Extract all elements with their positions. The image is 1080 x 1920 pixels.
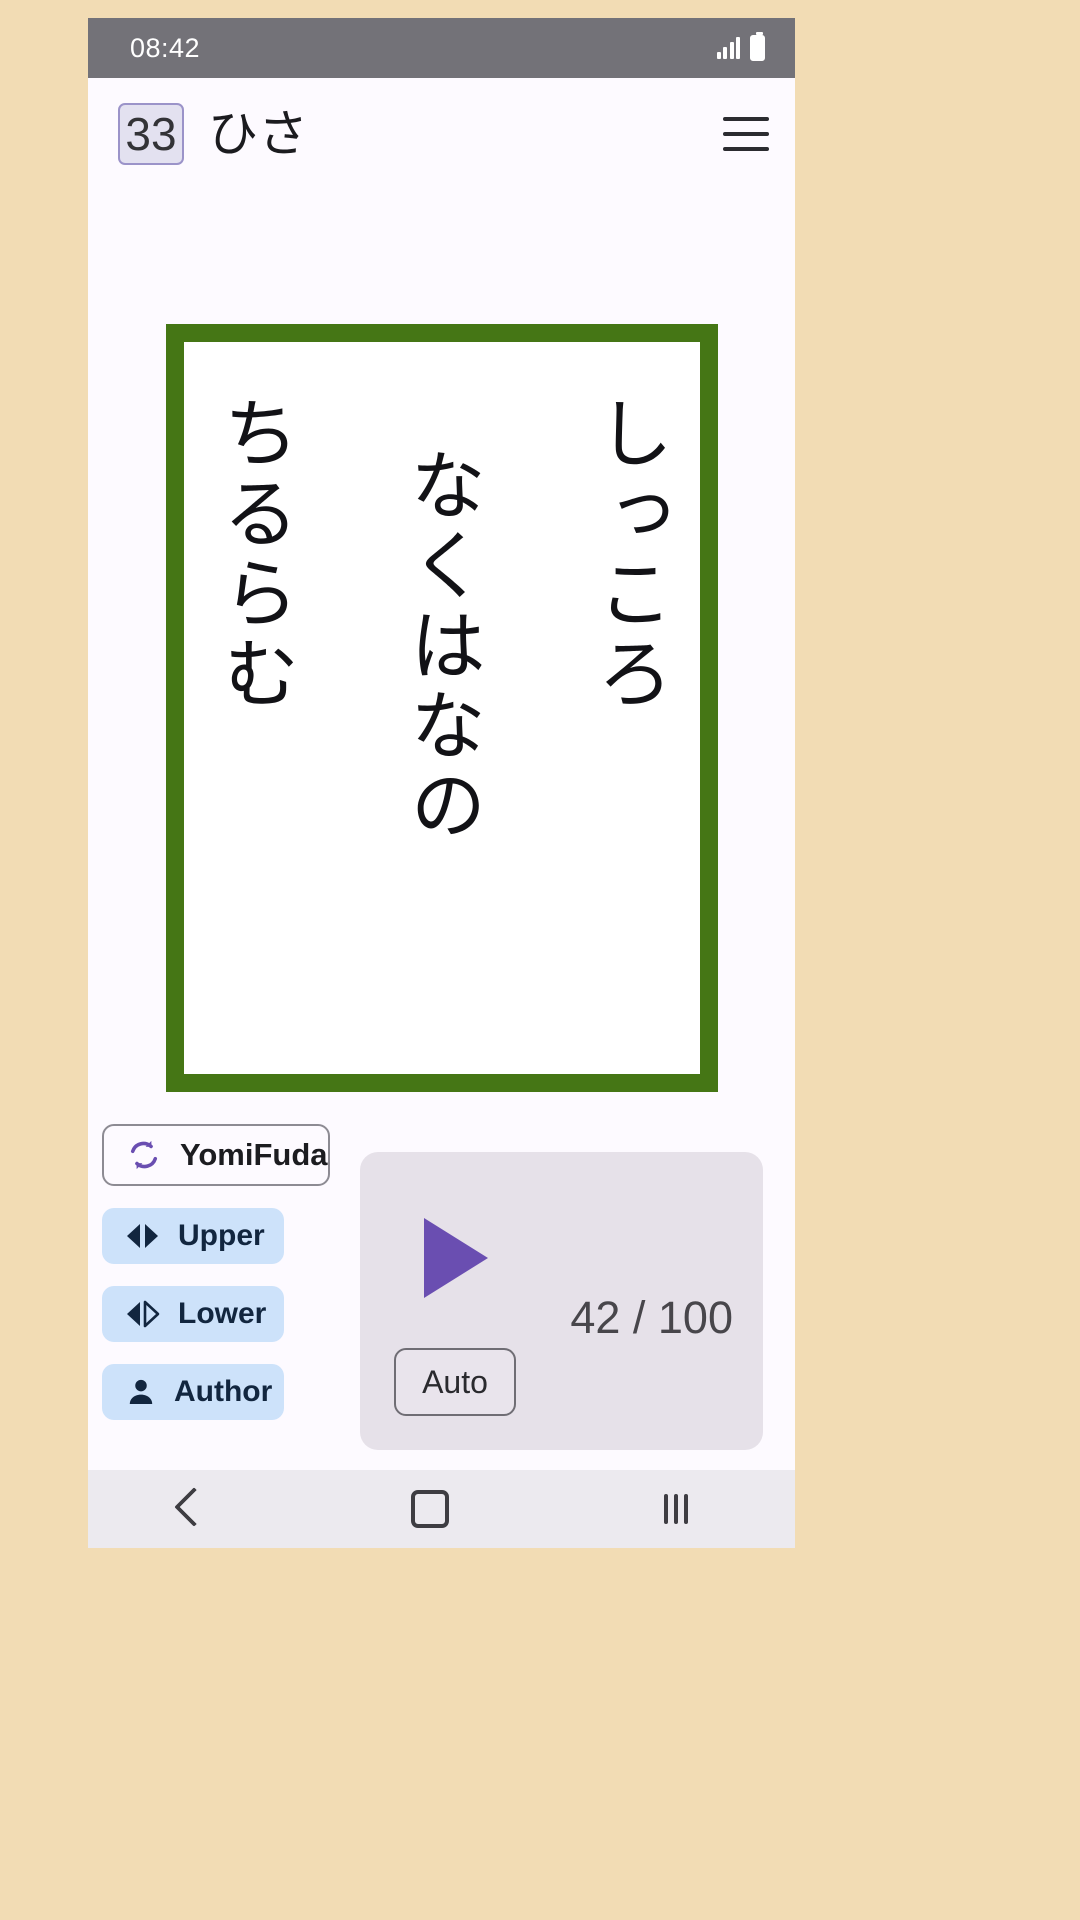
auto-button[interactable]: Auto <box>394 1348 516 1416</box>
hamburger-menu-icon[interactable] <box>723 117 769 151</box>
battery-icon <box>750 32 765 61</box>
mode-label-upper: Upper <box>178 1219 265 1252</box>
mode-label-author: Author <box>174 1375 273 1408</box>
poem-number-badge: 33 <box>118 103 184 165</box>
verse-column-3: ちるらむ <box>209 394 299 714</box>
prev-next-arrows-icon <box>124 1222 162 1250</box>
recents-bars-icon[interactable] <box>663 1494 688 1524</box>
person-icon <box>124 1376 158 1408</box>
prev-next-arrows-outline-icon <box>124 1300 162 1328</box>
mode-button-group: YomiFuda Upper Lower Author <box>102 1124 352 1420</box>
mode-label-lower: Lower <box>178 1297 267 1330</box>
mode-button-upper[interactable]: Upper <box>102 1208 284 1264</box>
page-title: ひさ <box>208 105 308 163</box>
verse-column-2: なくはなの <box>397 446 487 846</box>
sync-refresh-icon <box>126 1137 162 1173</box>
controls-area: YomiFuda Upper Lower Author 42 / 100 Aut… <box>88 1124 795 1490</box>
screen-root: 08:42 33 ひさ しっころ なくはなの ちるらむ YomiFuda Upp… <box>0 0 1080 1920</box>
karuta-card-inner: しっころ なくはなの ちるらむ <box>183 342 700 1074</box>
android-nav-bar <box>88 1470 795 1548</box>
signal-bars-icon <box>716 37 740 59</box>
home-square-icon[interactable] <box>410 1490 449 1528</box>
yomifuda-label: YomiFuda <box>180 1137 328 1172</box>
status-clock: 08:42 <box>130 32 201 63</box>
card-area: しっころ なくはなの ちるらむ <box>88 190 795 1092</box>
mode-button-author[interactable]: Author <box>102 1364 284 1420</box>
status-bar: 08:42 <box>88 18 795 78</box>
progress-counter: 42 / 100 <box>570 1292 733 1343</box>
status-indicators <box>716 32 765 61</box>
player-panel: 42 / 100 Auto <box>360 1152 763 1450</box>
play-triangle-icon[interactable] <box>424 1218 488 1298</box>
phone-screen: 08:42 33 ひさ しっころ なくはなの ちるらむ YomiFuda Upp… <box>88 18 795 1548</box>
verse-column-1: しっころ <box>584 394 674 714</box>
karuta-card[interactable]: しっころ なくはなの ちるらむ <box>165 324 718 1092</box>
app-bar: 33 ひさ <box>88 78 795 190</box>
yomifuda-button[interactable]: YomiFuda <box>102 1124 330 1186</box>
mode-button-lower[interactable]: Lower <box>102 1286 284 1342</box>
